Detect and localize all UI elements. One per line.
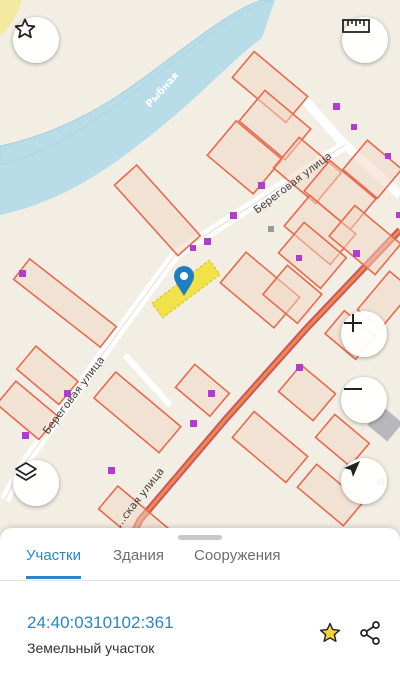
tab-structures[interactable]: Сооружения [194,547,281,576]
ruler-button[interactable] [342,17,388,63]
layers-icon [15,462,37,481]
minus-icon [344,388,362,390]
ruler-icon [342,19,370,33]
zoom-in-button[interactable] [341,311,387,357]
parcel-favorite-button[interactable] [315,618,345,648]
star-icon [319,622,341,642]
share-button[interactable] [355,618,385,648]
share-icon [360,621,380,645]
map-view[interactable]: Рыбная Береговая улица Береговая улица …… [0,0,400,540]
layers-button[interactable] [13,460,59,506]
tab-bar: Участки Здания Сооружения [0,540,400,581]
grey-marker [268,226,274,232]
map-canvas[interactable]: Рыбная Береговая улица Береговая улица …… [0,0,400,540]
plus-icon [344,314,362,332]
tab-buildings[interactable]: Здания [113,547,164,576]
zoom-out-button[interactable] [341,377,387,423]
bottom-panel: Участки Здания Сооружения 24:40:0310102:… [0,528,400,684]
favorite-button[interactable] [13,17,59,63]
navigation-arrow-icon [344,461,360,477]
star-icon [14,18,36,39]
tab-plots[interactable]: Участки [26,547,81,579]
locate-button[interactable] [341,458,387,504]
cadastral-number[interactable]: 24:40:0310102:361 [27,613,174,633]
parcel-type: Земельный участок [27,640,155,656]
